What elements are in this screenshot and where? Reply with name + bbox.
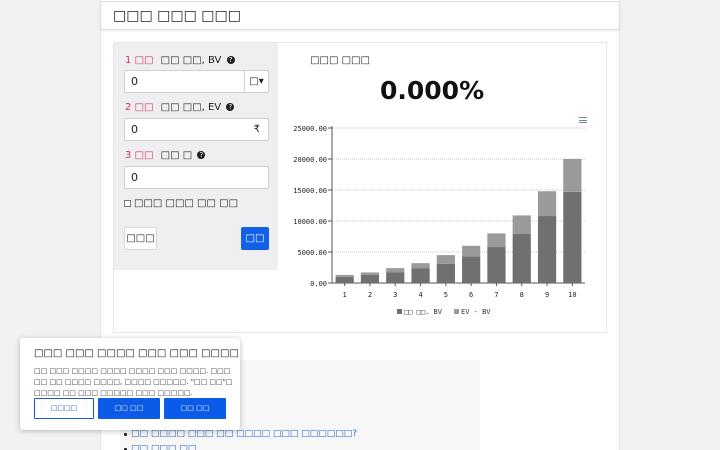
- x-tick-label: 8: [520, 291, 524, 299]
- step2-label: 2 □□ □□ □□, EV ?: [125, 102, 235, 113]
- y-tick-label: 20000.00: [293, 156, 327, 164]
- step3-text: □□ □: [160, 150, 193, 161]
- x-tick-label: 5: [444, 291, 448, 299]
- bar-segment: [411, 263, 430, 269]
- rupee-icon: ₹: [253, 124, 260, 135]
- result-value: 0.000%: [380, 76, 485, 105]
- x-tick-label: 3: [393, 291, 397, 299]
- bar-segment: [512, 234, 531, 283]
- bar-segment: [487, 247, 506, 283]
- y-tick-label: 10000.00: [293, 218, 327, 226]
- options-checkbox[interactable]: □□□ □□□ □□ □□: [124, 198, 238, 209]
- step2-tag: □□: [134, 102, 154, 113]
- x-tick-label: 4: [418, 291, 422, 299]
- bar-segment: [360, 274, 380, 283]
- bar-segment: [411, 268, 430, 283]
- help-icon[interactable]: ?: [226, 103, 235, 111]
- currency-dropdown[interactable]: □▾: [244, 71, 268, 92]
- cookie-accept-button[interactable]: □□ □□: [164, 398, 226, 419]
- reset-button[interactable]: □□□: [124, 227, 157, 250]
- bar-segment: [335, 276, 354, 283]
- bar-segment: [436, 263, 455, 283]
- step2-number: 2: [125, 102, 132, 113]
- cookie-title: □□□ □□□ □□□□ □□□ □□□ □□□□: [34, 348, 239, 359]
- inputs-panel: 1 □□ □□ □□, BV ? 0 □▾ 2 □□ □□ □□, EV ? 0…: [114, 43, 278, 270]
- x-tick-label: 2: [368, 291, 372, 299]
- bar-segment: [386, 268, 405, 273]
- years-input[interactable]: 0: [124, 166, 269, 189]
- step1-number: 1: [125, 55, 132, 66]
- step3-number: 3: [125, 150, 132, 161]
- cookie-message: □□ □□□ □□□□ □□□□ □□□□ □□□ □□□□. □□□ □□ □…: [34, 367, 233, 397]
- faq-link-2[interactable]: □□ □□□ □□: [123, 444, 196, 450]
- x-tick-label: 7: [494, 291, 498, 299]
- checkbox-icon[interactable]: [124, 200, 131, 207]
- bar-segment: [537, 216, 557, 283]
- calculate-button[interactable]: □□: [241, 227, 269, 250]
- step3-label: 3 □□ □□ □ ?: [125, 150, 206, 161]
- bar-segment: [462, 256, 481, 283]
- bar-segment: [360, 272, 380, 275]
- y-tick-label: 0.00: [310, 280, 327, 288]
- help-icon[interactable]: ?: [226, 56, 235, 64]
- bar-segment: [487, 233, 506, 248]
- legend-label: □□ □□. BV: [404, 308, 443, 316]
- bar-segment: [386, 272, 405, 283]
- begin-value-input[interactable]: 0 □▾: [124, 70, 269, 93]
- x-tick-label: 1: [343, 291, 347, 299]
- y-tick-label: 25000.00: [293, 125, 327, 133]
- step1-text: □□ □□, BV: [160, 55, 222, 66]
- step2-text: □□ □□, EV: [160, 102, 222, 113]
- step1-tag: □□: [134, 55, 154, 66]
- bar-segment: [512, 215, 531, 235]
- y-tick-label: 5000.00: [297, 249, 327, 257]
- faq-link-1[interactable]: □□ □□□□ □□□ □□ □□□□ □□□ □□□□□□?: [123, 429, 357, 439]
- page-title: □□□ □□□ □□□: [113, 8, 241, 24]
- bar-segment: [563, 191, 582, 283]
- step1-label: 1 □□ □□ □□, BV ?: [125, 55, 235, 66]
- bar-segment: [436, 255, 455, 264]
- growth-chart: 0.00 5000.00 10000.00 15000.00 20000.00 25000…: [293, 125, 585, 316]
- end-value-text: 0: [131, 123, 138, 136]
- end-value-input[interactable]: 0 ₹: [124, 118, 269, 141]
- checkbox-label: □□□ □□□ □□ □□: [134, 198, 239, 209]
- bar-segment: [462, 245, 481, 257]
- legend-label: EV - BV: [461, 308, 491, 316]
- step3-tag: □□: [134, 150, 154, 161]
- legend-swatch: [454, 309, 459, 314]
- cookie-settings-button[interactable]: □□□□: [34, 398, 94, 419]
- legend-swatch: [397, 309, 402, 314]
- begin-value-text: 0: [131, 75, 138, 88]
- cookie-consent-dialog: □□□ □□□ □□□□ □□□ □□□ □□□□ □□ □□□ □□□□ □□…: [20, 338, 240, 430]
- help-icon[interactable]: ?: [197, 151, 206, 159]
- x-tick-label: 9: [545, 291, 549, 299]
- x-tick-label: 6: [469, 291, 473, 299]
- x-tick-label: 10: [568, 291, 576, 299]
- bar-segment: [335, 274, 354, 277]
- years-text: 0: [131, 171, 138, 184]
- bar-segment: [563, 159, 582, 192]
- bar-segment: [537, 191, 557, 217]
- result-label: □□□ □□□: [310, 55, 370, 66]
- y-tick-label: 15000.00: [293, 187, 327, 195]
- cookie-reject-button[interactable]: □□ □□: [98, 398, 160, 419]
- header-bar: □□□ □□□ □□□: [100, 1, 620, 30]
